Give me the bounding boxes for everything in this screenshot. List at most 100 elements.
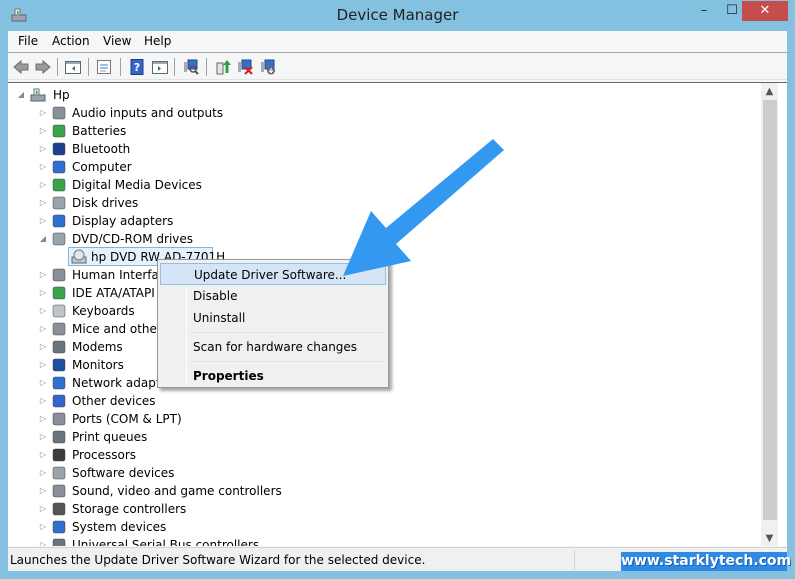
context-menu-properties[interactable]: Properties	[160, 365, 386, 387]
speaker-icon	[52, 106, 66, 120]
toolbar-separator	[174, 58, 175, 76]
port-icon	[52, 412, 66, 426]
uninstall-device-icon[interactable]	[236, 58, 254, 76]
minimize-button[interactable]: –	[690, 1, 718, 21]
toolbar-separator	[88, 58, 89, 76]
scroll-down-button[interactable]: ▼	[761, 530, 778, 546]
tree-item-label: Modems	[72, 340, 123, 354]
disk-drive-icon	[52, 196, 66, 210]
hid-icon	[52, 268, 66, 282]
tree-item-label: Bluetooth	[72, 142, 131, 156]
tree-item-label: Print queues	[72, 430, 148, 444]
expand-icon[interactable]: ▷	[38, 536, 48, 546]
expand-icon[interactable]: ▷	[38, 194, 48, 212]
properties-icon[interactable]	[95, 58, 113, 76]
expand-icon[interactable]: ▷	[38, 446, 48, 464]
tree-item-label: Monitors	[72, 358, 124, 372]
toolbar-separator	[120, 58, 121, 76]
expand-icon[interactable]: ▷	[38, 140, 48, 158]
toolbar-separator	[206, 58, 207, 76]
context-menu-update-driver[interactable]: Update Driver Software...	[160, 263, 386, 285]
svg-text:?: ?	[134, 61, 140, 74]
toolbar-separator	[57, 58, 58, 76]
tree-item-label: Sound, video and game controllers	[72, 484, 282, 498]
context-menu-item-label: Properties	[193, 369, 264, 383]
expand-icon[interactable]: ▷	[38, 374, 48, 392]
context-menu-separator	[190, 361, 384, 362]
watermark: www.starklytech.com	[621, 552, 792, 571]
expand-icon[interactable]: ▷	[38, 482, 48, 500]
expand-icon[interactable]: ▷	[38, 122, 48, 140]
menu-action[interactable]: Action	[52, 34, 90, 48]
update-driver-icon[interactable]	[214, 58, 232, 76]
collapse-icon[interactable]: ◢	[16, 86, 26, 104]
collapse-icon[interactable]: ◢	[38, 230, 48, 248]
expand-icon[interactable]: ▷	[38, 284, 48, 302]
tree-item-label: Disk drives	[72, 196, 139, 210]
tree-item-label: Computer	[72, 160, 132, 174]
tree-item-label: Ports (COM & LPT)	[72, 412, 182, 426]
expand-icon[interactable]: ▷	[38, 104, 48, 122]
expand-icon[interactable]: ▷	[38, 266, 48, 284]
expand-icon[interactable]: ▷	[38, 302, 48, 320]
context-menu-disable[interactable]: Disable	[160, 285, 386, 307]
context-menu-item-label: Scan for hardware changes	[193, 340, 358, 354]
tree-item-label: System devices	[72, 520, 167, 534]
network-adapter-icon	[52, 376, 66, 390]
context-menu-item-label: Update Driver Software...	[194, 268, 347, 282]
show-hide-console-tree-icon[interactable]	[64, 58, 82, 76]
forward-arrow-icon[interactable]	[34, 58, 52, 76]
keyboard-icon	[52, 304, 66, 318]
help-icon[interactable]: ?	[128, 58, 146, 76]
title-bar: Device Manager – ☐ ✕	[0, 0, 795, 31]
expand-icon[interactable]: ▷	[38, 518, 48, 536]
tree-item-label: Display adapters	[72, 214, 174, 228]
battery-icon	[52, 124, 66, 138]
expand-icon[interactable]: ▷	[38, 410, 48, 428]
expand-icon[interactable]: ▷	[38, 356, 48, 374]
computer-icon	[52, 160, 66, 174]
expand-icon[interactable]: ▷	[38, 320, 48, 338]
expand-icon[interactable]: ▷	[38, 500, 48, 518]
storage-controller-icon	[52, 502, 66, 516]
window-title: Device Manager	[336, 6, 459, 24]
expand-icon[interactable]: ▷	[38, 176, 48, 194]
expand-icon[interactable]: ▷	[38, 212, 48, 230]
expand-icon[interactable]: ▷	[38, 464, 48, 482]
usb-icon	[52, 538, 66, 546]
menu-help[interactable]: Help	[144, 34, 171, 48]
expand-icon[interactable]: ▷	[38, 338, 48, 356]
tree-item-label: Other devices	[72, 394, 156, 408]
unknown-device-icon	[52, 394, 66, 408]
vertical-scrollbar[interactable]: ▲ ▼	[761, 83, 778, 546]
expand-icon[interactable]: ▷	[38, 428, 48, 446]
dvd-drive-icon	[52, 232, 66, 246]
close-button[interactable]: ✕	[742, 1, 788, 21]
context-menu-scan-hardware[interactable]: Scan for hardware changes	[160, 336, 386, 358]
menu-file[interactable]: File	[18, 34, 38, 48]
ide-controller-icon	[52, 286, 66, 300]
show-action-pane-icon[interactable]	[151, 58, 169, 76]
context-menu-item-label: Disable	[193, 289, 238, 303]
menu-view[interactable]: View	[103, 34, 131, 48]
scrollbar-thumb[interactable]	[763, 100, 777, 520]
tree-root-label: Hp	[53, 88, 70, 102]
speaker-icon	[52, 484, 66, 498]
context-menu-item-label: Uninstall	[193, 311, 246, 325]
bluetooth-icon	[52, 142, 66, 156]
modem-icon	[52, 340, 66, 354]
context-menu-uninstall[interactable]: Uninstall	[160, 307, 386, 329]
tree-item-label: Software devices	[72, 466, 175, 480]
expand-icon[interactable]: ▷	[38, 158, 48, 176]
tree-item-label: Keyboards	[72, 304, 135, 318]
disable-device-icon[interactable]	[259, 58, 277, 76]
dvd-drive-icon	[71, 249, 87, 264]
printer-icon	[52, 430, 66, 444]
monitor-icon	[52, 358, 66, 372]
tree-item-label: Audio inputs and outputs	[72, 106, 224, 120]
expand-icon[interactable]: ▷	[38, 392, 48, 410]
scroll-up-button[interactable]: ▲	[761, 83, 778, 100]
scan-hardware-icon[interactable]	[182, 58, 200, 76]
back-arrow-icon[interactable]	[12, 58, 30, 76]
context-menu-separator	[190, 332, 384, 333]
